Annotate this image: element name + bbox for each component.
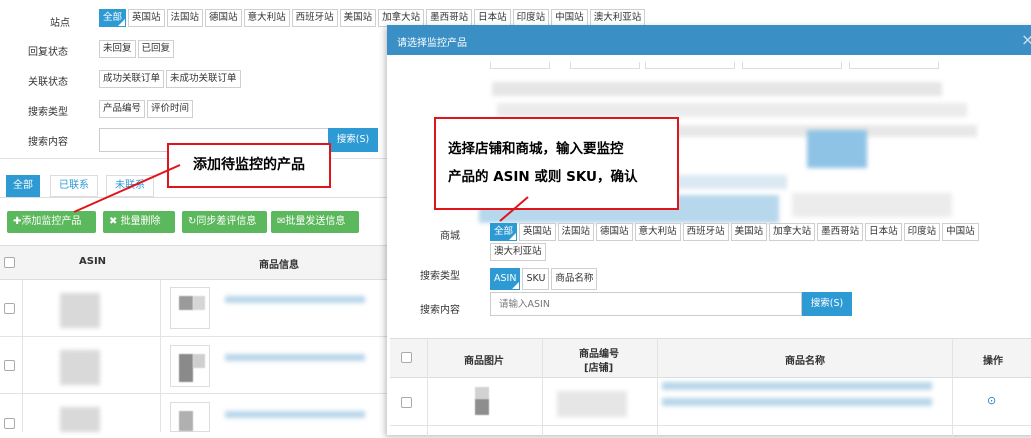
mall-chip[interactable]: 中国站 [942, 223, 979, 241]
callout-line-2: 产品的 ASIN 或则 SKU，确认 [448, 169, 638, 185]
select-store-callout: 选择店铺和商城，输入要监控 产品的 ASIN 或则 SKU，确认 [434, 117, 679, 210]
name-blurred [662, 382, 932, 390]
column-divider [542, 338, 543, 438]
product-thumbnail [465, 383, 501, 425]
store-blurred [492, 82, 942, 96]
mall-chip[interactable]: 美国站 [730, 223, 768, 241]
dialog-row-checkbox[interactable] [401, 397, 412, 408]
store-blurred [792, 193, 952, 217]
dialog-search-type-label: 搜索类型 [420, 271, 460, 282]
mall-chip[interactable]: 德国站 [596, 223, 633, 241]
search-type-asin[interactable]: ASIN [490, 268, 521, 290]
dialog-search-content-label: 搜索内容 [420, 305, 460, 316]
store-header: [店铺] [584, 363, 614, 374]
close-icon[interactable]: × [1021, 30, 1031, 49]
mall-chips: 全部 英国站 法国站 德国站 意大利站 西班牙站 美国站 加拿大站 墨西哥站 日本站 印度站 中国站 [490, 223, 1010, 241]
mall-chip[interactable]: 印度站 [903, 223, 941, 241]
name-blurred [662, 398, 932, 406]
store-chip-blurred [849, 62, 939, 69]
store-chip-blurred [742, 62, 842, 69]
store-blurred [497, 103, 967, 117]
mall-label: 商城 [440, 231, 460, 242]
code-header: 商品编号 [579, 349, 619, 360]
mall-chip[interactable]: 法国站 [557, 223, 595, 241]
select-monitor-product-dialog: 请选择监控产品 × 商城 全部 英国站 法国站 德国站 意大利站 西班牙站 美国站 加拿大站墨… [387, 25, 1031, 438]
dialog-search-input[interactable] [490, 292, 802, 316]
store-chip-blurred [570, 62, 640, 69]
confirm-check-icon[interactable]: ⊙ [987, 394, 996, 407]
action-header: 操作 [983, 356, 1003, 367]
dialog-header: 请选择监控产品 × [387, 25, 1031, 55]
store-chip-blurred [645, 62, 735, 69]
mall-chip[interactable]: 日本站 [865, 223, 902, 241]
store-selected-blurred [807, 130, 867, 168]
dialog-search-type-chips: ASIN SKU 商品名称 [490, 268, 599, 290]
search-type-product-name[interactable]: 商品名称 [551, 268, 598, 290]
mall-chip[interactable]: 加拿大站 [769, 223, 816, 241]
mall-chips-row2: 澳大利亚站 [490, 243, 548, 261]
callout-line-1: 选择店铺和商城，输入要监控 [448, 141, 624, 157]
callout-arrow [499, 196, 529, 222]
name-header: 商品名称 [785, 356, 825, 367]
search-type-sku[interactable]: SKU [522, 268, 550, 290]
mall-chip[interactable]: 西班牙站 [682, 223, 729, 241]
mall-chip[interactable]: 意大利站 [634, 223, 681, 241]
column-divider [952, 338, 953, 438]
column-divider [427, 338, 428, 438]
store-chip-blurred [490, 62, 550, 69]
image-header: 商品图片 [464, 356, 504, 367]
callout-arrow [73, 164, 181, 213]
row-divider [390, 425, 1031, 426]
code-blurred [557, 391, 627, 417]
column-divider [657, 338, 658, 438]
mall-chip[interactable]: 墨西哥站 [817, 223, 864, 241]
dialog-search-button[interactable]: 搜索(S) [802, 292, 852, 316]
dialog-select-all-checkbox[interactable] [401, 352, 412, 363]
dialog-title: 请选择监控产品 [397, 38, 467, 49]
mall-chip[interactable]: 澳大利亚站 [490, 243, 546, 261]
